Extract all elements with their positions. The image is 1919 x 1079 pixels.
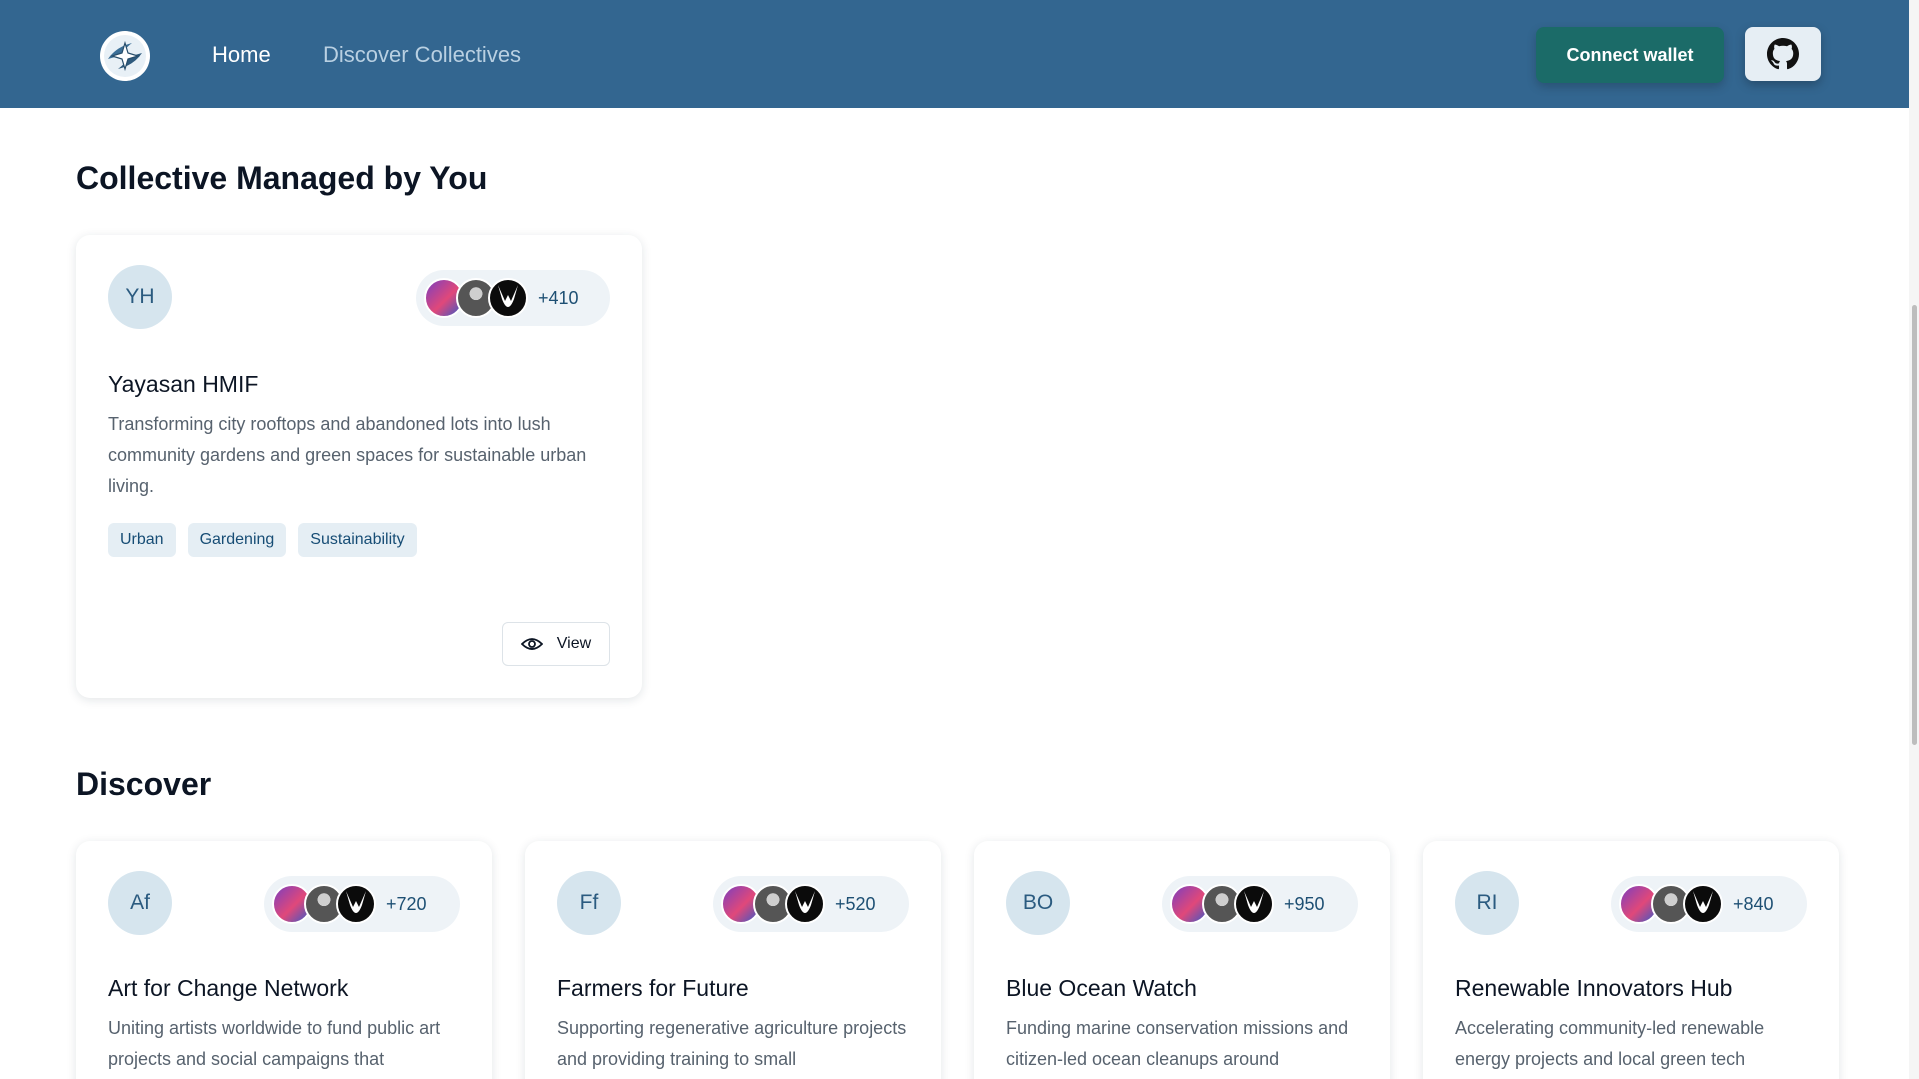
github-button[interactable] <box>1745 27 1821 81</box>
view-label: View <box>556 635 592 652</box>
member-avatar <box>336 884 376 924</box>
collective-description: Uniting artists worldwide to fund public… <box>108 1018 441 1069</box>
discover-card[interactable]: Af +720 Art for Change Network Uniting a… <box>76 841 492 1079</box>
tag-list: Urban Gardening Sustainability <box>108 523 417 557</box>
member-avatars: +840 <box>1611 876 1807 932</box>
collective-card: YH +410 Yayasan HMIF Transforming city r… <box>76 235 642 698</box>
eye-icon <box>520 638 543 650</box>
member-avatar <box>1234 884 1274 924</box>
discover-card[interactable]: BO +950 Blue Ocean Watch Funding marine … <box>974 841 1390 1079</box>
member-count: +720 <box>386 893 427 914</box>
collective-name: Renewable Innovators Hub <box>1455 975 1733 1001</box>
member-avatar <box>785 884 825 924</box>
collective-description: Supporting regenerative agriculture proj… <box>557 1018 907 1069</box>
scrollbar-track[interactable] <box>1909 0 1919 1079</box>
member-count: +520 <box>835 893 876 914</box>
discover-card[interactable]: RI +840 Renewable Innovators Hub Acceler… <box>1423 841 1839 1079</box>
collective-avatar: BO <box>1006 871 1070 935</box>
collective-avatar: Af <box>108 871 172 935</box>
github-icon <box>1767 38 1799 70</box>
member-count: +950 <box>1284 893 1325 914</box>
star-compass-icon[interactable] <box>100 31 150 81</box>
view-button[interactable]: View <box>502 622 610 666</box>
scrollbar-thumb[interactable] <box>1912 305 1917 745</box>
collective-name: Yayasan HMIF <box>108 371 259 397</box>
collective-name: Blue Ocean Watch <box>1006 975 1197 1001</box>
collective-description: Accelerating community-led renewable ene… <box>1455 1018 1765 1069</box>
member-avatars: +410 <box>416 270 610 326</box>
collective-description: Funding marine conservation missions and… <box>1006 1018 1349 1069</box>
discover-card[interactable]: Ff +520 Farmers for Future Supporting re… <box>525 841 941 1079</box>
collective-name: Farmers for Future <box>557 975 749 1001</box>
member-avatars: +720 <box>264 876 460 932</box>
collective-name: Art for Change Network <box>108 975 349 1001</box>
member-avatar <box>1683 884 1723 924</box>
member-avatar <box>488 278 528 318</box>
nav-link-discover-collectives[interactable]: Discover Collectives <box>323 42 521 68</box>
member-avatars: +520 <box>713 876 909 932</box>
collective-description: Transforming city rooftops and abandoned… <box>108 414 587 496</box>
top-navbar: Home Discover Collectives Connect wallet <box>0 0 1919 108</box>
member-count: +840 <box>1733 893 1774 914</box>
nav-link-home[interactable]: Home <box>212 42 271 68</box>
discover-section-title: Discover <box>76 766 212 802</box>
member-avatars: +950 <box>1162 876 1358 932</box>
managed-section-title: Collective Managed by You <box>76 160 488 196</box>
tag: Gardening <box>187 523 287 557</box>
connect-wallet-button[interactable]: Connect wallet <box>1536 27 1724 83</box>
member-count: +410 <box>538 287 579 308</box>
collective-avatar: RI <box>1455 871 1519 935</box>
collective-avatar: YH <box>108 265 172 329</box>
tag: Sustainability <box>298 523 417 557</box>
collective-avatar: Ff <box>557 871 621 935</box>
tag: Urban <box>108 523 176 557</box>
